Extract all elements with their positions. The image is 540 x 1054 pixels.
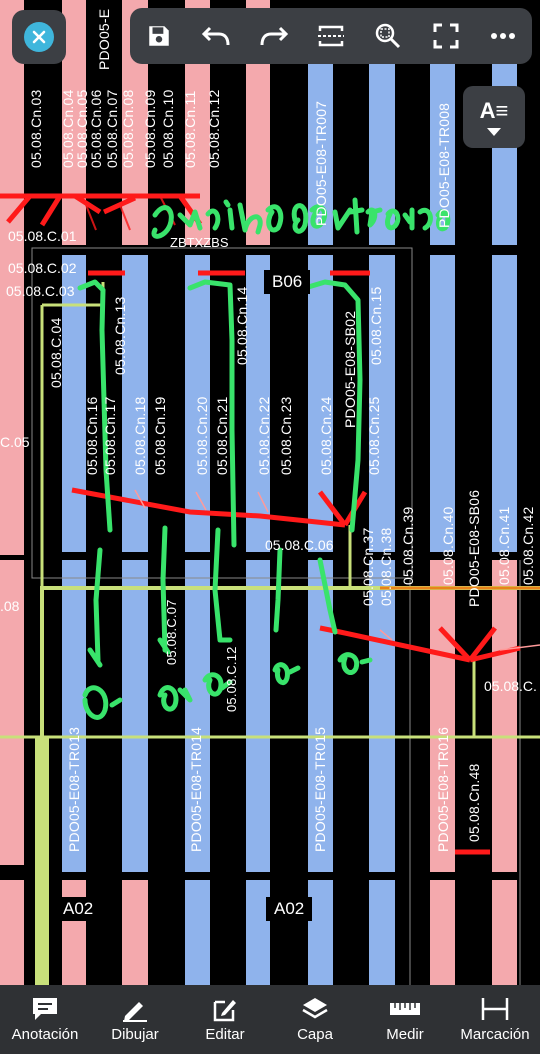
measure-label: Medir [386,1026,424,1043]
right-label: 05.08.Cn.42 [520,506,536,585]
zoom-search-button[interactable] [366,14,410,58]
row-label: 05.08.Cn.18 [132,396,148,475]
column-label: 05.08.Cn.12 [206,89,222,168]
more-button[interactable] [481,14,525,58]
right-label: PDO05-E08-SB06 [466,489,482,607]
close-icon [24,22,54,52]
undo-button[interactable] [194,14,238,58]
row-label: 05.08.Cn.22 [256,396,272,475]
row-label: 05.08.Cn.25 [366,396,382,475]
tr-label: PDO05-E08-TR007 [313,100,329,226]
tr-label: PDO05-E08-TR014 [188,726,204,852]
redo-icon [260,26,288,46]
draw-label: Dibujar [111,1026,159,1043]
row-label: 05.08.Cn.23 [278,396,294,475]
mid-label: 05.08.Cn.13 [112,296,128,375]
close-button[interactable] [12,10,66,64]
mid-label: PDO05-E08-SB02 [342,310,358,428]
a02-marker: A02 [55,897,102,921]
edit-button[interactable]: Editar [180,985,270,1054]
a02-marker: A02 [266,897,313,921]
more-icon [491,33,516,39]
row-label: 05.08.Cn.16 [84,396,100,475]
pencil-icon [123,1002,147,1022]
draw-button[interactable]: Dibujar [90,985,180,1054]
row-label: 05.08.Cn.17 [102,396,118,475]
left-label: 05.08.C.02 [8,260,77,276]
undo-icon [202,26,230,46]
column-label: 05.08.Cn.06 [88,89,104,168]
column-label: 05.08.Cn.10 [160,89,176,168]
layers-label: Capa [297,1026,333,1043]
text-style-button[interactable]: A≡ [463,86,525,148]
row-label: 05.08.Cn.19 [152,396,168,475]
c06-label: 05.08.C.06 [265,537,334,553]
style-label: A≡ [479,98,509,123]
annotation-button[interactable]: Anotación [0,985,90,1054]
right-label: 05.08.Cn.41 [496,506,512,585]
row-label: 05.08.Cn.20 [194,396,210,475]
right-label: 05.08.Cn.39 [400,506,416,585]
c07-label: 05.08.C.07 [164,599,179,665]
right-label: 05.08.Cn.38 [378,527,394,606]
tr-label: PDO05-E08-TR008 [436,102,452,228]
dimension-icon [481,998,509,1020]
column-label: 05.08.Cn.11 [182,90,198,168]
fullscreen-button[interactable] [424,14,468,58]
fit-width-icon [317,25,344,47]
fullscreen-icon [433,23,459,49]
save-icon [148,26,169,46]
chevron-down-icon [487,128,501,136]
tr-label: PDO05-E08-TR016 [435,726,451,852]
redo-button[interactable] [252,14,296,58]
dimension-button[interactable]: Marcación [450,985,540,1054]
row-label: 05.08.Cn.24 [318,396,334,475]
column-label: 05.08.Cn.09 [142,89,158,168]
tr-label: PDO05-E08-TR013 [66,726,82,852]
c12-label: 05.08.C.12 [224,646,239,712]
zbt-label: ZBTXZBS [170,235,229,250]
fit-width-button[interactable] [309,14,353,58]
right-label: 05.08.Cn.37 [360,527,376,606]
zoom-search-icon [376,23,401,49]
cut-label: PDO05-E [96,8,112,70]
measure-button[interactable]: Medir [360,985,450,1054]
layers-icon [302,998,328,1019]
left-label: 05.08.C.01 [8,228,77,244]
column-label: 05.08.Cn.07 [104,89,120,168]
comment-icon [33,998,57,1020]
drawing-canvas[interactable]: 05.08.Cn.03 05.08.Cn.04 05.08.Cn.05 05.0… [0,0,540,985]
ruler-icon [390,1003,420,1015]
edit-label: Editar [205,1026,245,1043]
layers-button[interactable]: Capa [270,985,360,1054]
column-label: 05.08.Cn.03 [28,89,44,168]
save-button[interactable] [137,14,181,58]
mid-label: 05.08.Cn.14 [234,286,250,365]
tr-label: PDO05-E08-TR015 [312,726,328,852]
left-label: .08 [0,598,20,614]
left-label: 05.08.C.03 [6,283,75,299]
left-label: C.05 [0,434,30,450]
cn48-label: 05.08.Cn.48 [466,763,482,842]
top-toolbar [130,8,532,64]
mid-label: 05.08.Cn.15 [368,286,384,365]
c08-label: 05.08.C. [484,678,537,694]
row-label: 05.08.Cn.21 [214,396,230,475]
mid-label: 05.08.C.04 [48,317,64,389]
bottom-toolbar: Anotación Dibujar Editar Capa Medir Marc… [0,985,540,1054]
right-label: 05.08.Cn.40 [440,506,456,585]
b06-marker: B06 [264,270,311,294]
annotation-label: Anotación [11,1026,79,1043]
dimension-label: Marcación [460,1026,530,1043]
column-label: 05.08.Cn.08 [120,89,136,168]
edit-icon [213,1000,236,1022]
